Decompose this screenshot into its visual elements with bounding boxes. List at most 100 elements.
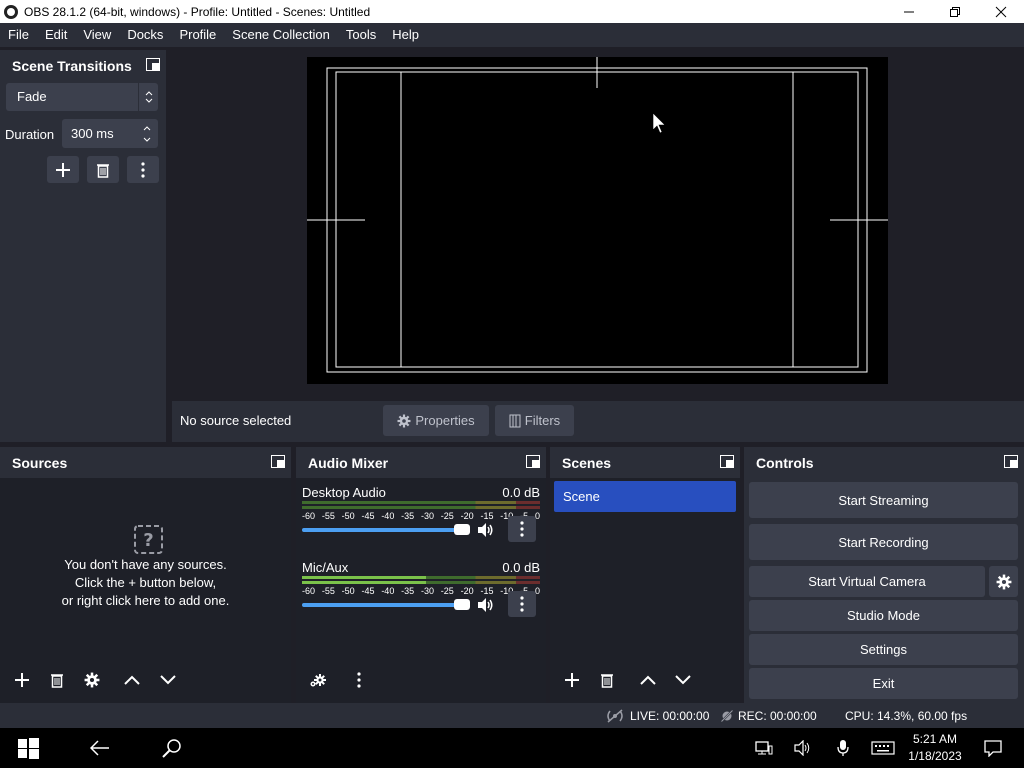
audio-mixer-header: Audio Mixer bbox=[296, 447, 546, 478]
chevron-updown-icon bbox=[138, 83, 158, 111]
add-source-button[interactable] bbox=[8, 667, 36, 693]
undock-icon[interactable] bbox=[526, 455, 540, 468]
live-time: LIVE: 00:00:00 bbox=[630, 709, 710, 723]
speaker-icon[interactable] bbox=[476, 521, 494, 539]
menu-docks[interactable]: Docks bbox=[119, 23, 171, 47]
scene-item[interactable]: Scene bbox=[554, 481, 736, 512]
clock-time: 5:21 AM bbox=[912, 732, 958, 746]
sources-header: Sources bbox=[0, 447, 291, 478]
speaker-icon[interactable] bbox=[476, 596, 494, 614]
start-recording-button[interactable]: Start Recording bbox=[749, 524, 1018, 560]
controls-header: Controls bbox=[744, 447, 1024, 478]
transition-select-value: Fade bbox=[17, 89, 47, 104]
spin-arrows-icon[interactable] bbox=[136, 119, 158, 148]
workspace: Scene Transitions Fade Duration 300 ms N… bbox=[0, 47, 1024, 703]
volume-slider[interactable] bbox=[302, 603, 470, 607]
transition-menu-button[interactable] bbox=[127, 156, 159, 183]
menu-edit[interactable]: Edit bbox=[37, 23, 75, 47]
meter-scale: -60-55-50-45-40-35-30-25-20-15-10-50 bbox=[302, 586, 540, 596]
virtual-camera-settings-button[interactable] bbox=[989, 566, 1018, 597]
scenes-dock: Scenes Scene bbox=[550, 447, 740, 703]
windows-logo-icon bbox=[17, 737, 39, 759]
restore-button[interactable] bbox=[932, 0, 978, 23]
trash-icon bbox=[97, 163, 109, 178]
menu-help[interactable]: Help bbox=[384, 23, 427, 47]
volume-slider-handle[interactable] bbox=[454, 524, 470, 535]
move-scene-up-button[interactable] bbox=[634, 667, 662, 693]
notification-icon[interactable] bbox=[982, 738, 1004, 758]
advanced-audio-button[interactable] bbox=[304, 667, 332, 693]
channel-menu-button[interactable] bbox=[508, 516, 536, 542]
start-virtual-camera-button[interactable]: Start Virtual Camera bbox=[749, 566, 985, 597]
channel-name: Desktop Audio bbox=[302, 485, 386, 500]
menu-view[interactable]: View bbox=[75, 23, 119, 47]
undock-icon[interactable] bbox=[720, 455, 734, 468]
close-button[interactable] bbox=[978, 0, 1024, 23]
kebab-menu-icon bbox=[520, 521, 524, 537]
taskbar-clock[interactable]: 5:21 AM 1/18/2023 bbox=[900, 731, 970, 765]
scene-transitions-title: Scene Transitions bbox=[12, 57, 132, 74]
remove-transition-button[interactable] bbox=[87, 156, 119, 183]
question-icon: ? bbox=[134, 525, 163, 554]
volume-slider[interactable] bbox=[302, 528, 470, 532]
keyboard-icon[interactable] bbox=[871, 738, 895, 758]
obs-logo-icon bbox=[4, 4, 18, 19]
add-transition-button[interactable] bbox=[47, 156, 79, 183]
source-properties-button[interactable] bbox=[78, 667, 106, 693]
undock-icon[interactable] bbox=[1004, 455, 1018, 468]
menu-file[interactable]: File bbox=[0, 23, 37, 47]
menu-tools[interactable]: Tools bbox=[338, 23, 384, 47]
sources-dock: Sources ? You don't have any sources. Cl… bbox=[0, 447, 291, 703]
channel-menu-button[interactable] bbox=[508, 591, 536, 617]
menu-profile[interactable]: Profile bbox=[171, 23, 224, 47]
transition-select[interactable]: Fade bbox=[6, 83, 158, 111]
preview-area bbox=[172, 50, 1024, 442]
microphone-icon[interactable] bbox=[832, 738, 854, 758]
remove-source-button[interactable] bbox=[43, 667, 71, 693]
move-source-down-button[interactable] bbox=[154, 667, 182, 693]
undock-icon[interactable] bbox=[271, 455, 285, 468]
controls-dock: Controls Start Streaming Start Recording… bbox=[744, 447, 1024, 703]
duration-spinbox[interactable]: 300 ms bbox=[62, 119, 158, 148]
preview-canvas[interactable] bbox=[307, 57, 888, 384]
controls-title: Controls bbox=[756, 454, 814, 471]
window-title: OBS 28.1.2 (64-bit, windows) - Profile: … bbox=[24, 4, 371, 19]
add-scene-button[interactable] bbox=[558, 667, 586, 693]
start-button[interactable] bbox=[17, 737, 39, 759]
properties-button[interactable]: Properties bbox=[383, 405, 489, 436]
undock-icon[interactable] bbox=[146, 58, 160, 71]
duration-value: 300 ms bbox=[71, 126, 114, 141]
remove-scene-button[interactable] bbox=[593, 667, 621, 693]
sources-footer bbox=[0, 659, 291, 703]
menu-bar: File Edit View Docks Profile Scene Colle… bbox=[0, 23, 1024, 47]
scenes-title: Scenes bbox=[562, 454, 612, 471]
audio-mixer-title: Audio Mixer bbox=[308, 454, 389, 471]
live-status: LIVE: 00:00:00 bbox=[604, 709, 709, 723]
title-bar: OBS 28.1.2 (64-bit, windows) - Profile: … bbox=[0, 0, 1024, 23]
search-button[interactable] bbox=[161, 738, 183, 758]
start-streaming-button[interactable]: Start Streaming bbox=[749, 482, 1018, 518]
filters-label: Filters bbox=[524, 413, 561, 428]
mixer-menu-button[interactable] bbox=[345, 667, 373, 693]
back-button[interactable] bbox=[89, 738, 111, 758]
chevron-down-icon bbox=[675, 675, 691, 685]
move-source-up-button[interactable] bbox=[118, 667, 146, 693]
trash-icon bbox=[51, 674, 63, 688]
filters-button[interactable]: Filters bbox=[495, 405, 574, 436]
studio-mode-button[interactable]: Studio Mode bbox=[749, 600, 1018, 631]
network-icon[interactable] bbox=[753, 738, 775, 758]
channel-name: Mic/Aux bbox=[302, 560, 349, 575]
exit-button[interactable]: Exit bbox=[749, 668, 1018, 699]
sources-list[interactable]: ? You don't have any sources. Click the … bbox=[0, 478, 291, 703]
minimize-button[interactable] bbox=[886, 0, 932, 23]
menu-scene-collection[interactable]: Scene Collection bbox=[224, 23, 338, 47]
settings-button[interactable]: Settings bbox=[749, 634, 1018, 665]
volume-slider-handle[interactable] bbox=[454, 599, 470, 610]
volume-icon[interactable] bbox=[792, 738, 814, 758]
kebab-menu-icon bbox=[141, 161, 145, 178]
scenes-list[interactable]: Scene bbox=[550, 478, 740, 703]
move-scene-down-button[interactable] bbox=[669, 667, 697, 693]
controls-body: Start Streaming Start Recording Start Vi… bbox=[744, 478, 1024, 703]
mixer-channel: Desktop Audio 0.0 dB -60 -55 -50 -45 -40 -35-… bbox=[302, 485, 540, 555]
sources-title: Sources bbox=[12, 454, 68, 471]
